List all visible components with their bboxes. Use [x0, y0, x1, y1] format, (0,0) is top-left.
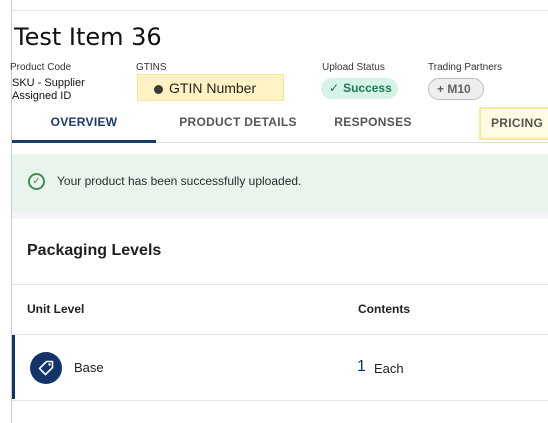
tab-overview[interactable]: OVERVIEW — [12, 103, 156, 143]
check-circle-icon: ✓ — [28, 173, 45, 190]
page-title: Test Item 36 — [14, 23, 162, 51]
tab-bar: OVERVIEW PRODUCT DETAILS RESPONSES PRICI… — [12, 103, 548, 143]
tab-pricing[interactable]: PRICING — [479, 107, 548, 140]
column-header-contents: Contents — [358, 302, 410, 316]
upload-status-value: Success — [343, 81, 392, 95]
column-header-unit-level: Unit Level — [27, 302, 85, 316]
divider — [12, 284, 548, 285]
trading-partner-value: M10 — [447, 82, 471, 96]
checkmark-icon: ✓ — [329, 81, 340, 95]
success-alert: ✓ Your product has been successfully upl… — [12, 154, 548, 211]
unit-level-value: Base — [74, 360, 104, 375]
tab-product-details[interactable]: PRODUCT DETAILS — [157, 103, 319, 143]
product-code-label: Product Code — [10, 62, 72, 73]
tab-responses[interactable]: RESPONSES — [319, 103, 427, 143]
trading-partners-label: Trading Partners — [428, 62, 503, 73]
trading-partner-chip[interactable]: + M10 — [428, 78, 484, 100]
gtin-chip[interactable]: GTIN Number — [137, 74, 284, 101]
tag-icon — [30, 352, 62, 384]
gtin-dot-icon — [154, 85, 163, 94]
upload-status-chip: ✓ Success — [321, 78, 398, 99]
gtins-label: GTINS — [136, 62, 167, 73]
contents-unit: Each — [374, 361, 404, 376]
divider — [12, 400, 548, 401]
plus-icon: + — [437, 82, 448, 96]
section-separator — [12, 211, 548, 219]
page-top-border — [11, 10, 548, 11]
alert-message: Your product has been successfully uploa… — [57, 174, 302, 188]
packaging-levels-title: Packaging Levels — [27, 242, 162, 259]
upload-status-label: Upload Status — [322, 62, 385, 73]
product-code-value: SKU - Supplier Assigned ID — [12, 77, 85, 102]
table-row[interactable]: Base 1 Each — [12, 335, 548, 399]
contents-quantity: 1 — [357, 358, 366, 375]
gtin-value: GTIN Number — [169, 80, 257, 96]
row-selected-accent — [12, 335, 15, 399]
